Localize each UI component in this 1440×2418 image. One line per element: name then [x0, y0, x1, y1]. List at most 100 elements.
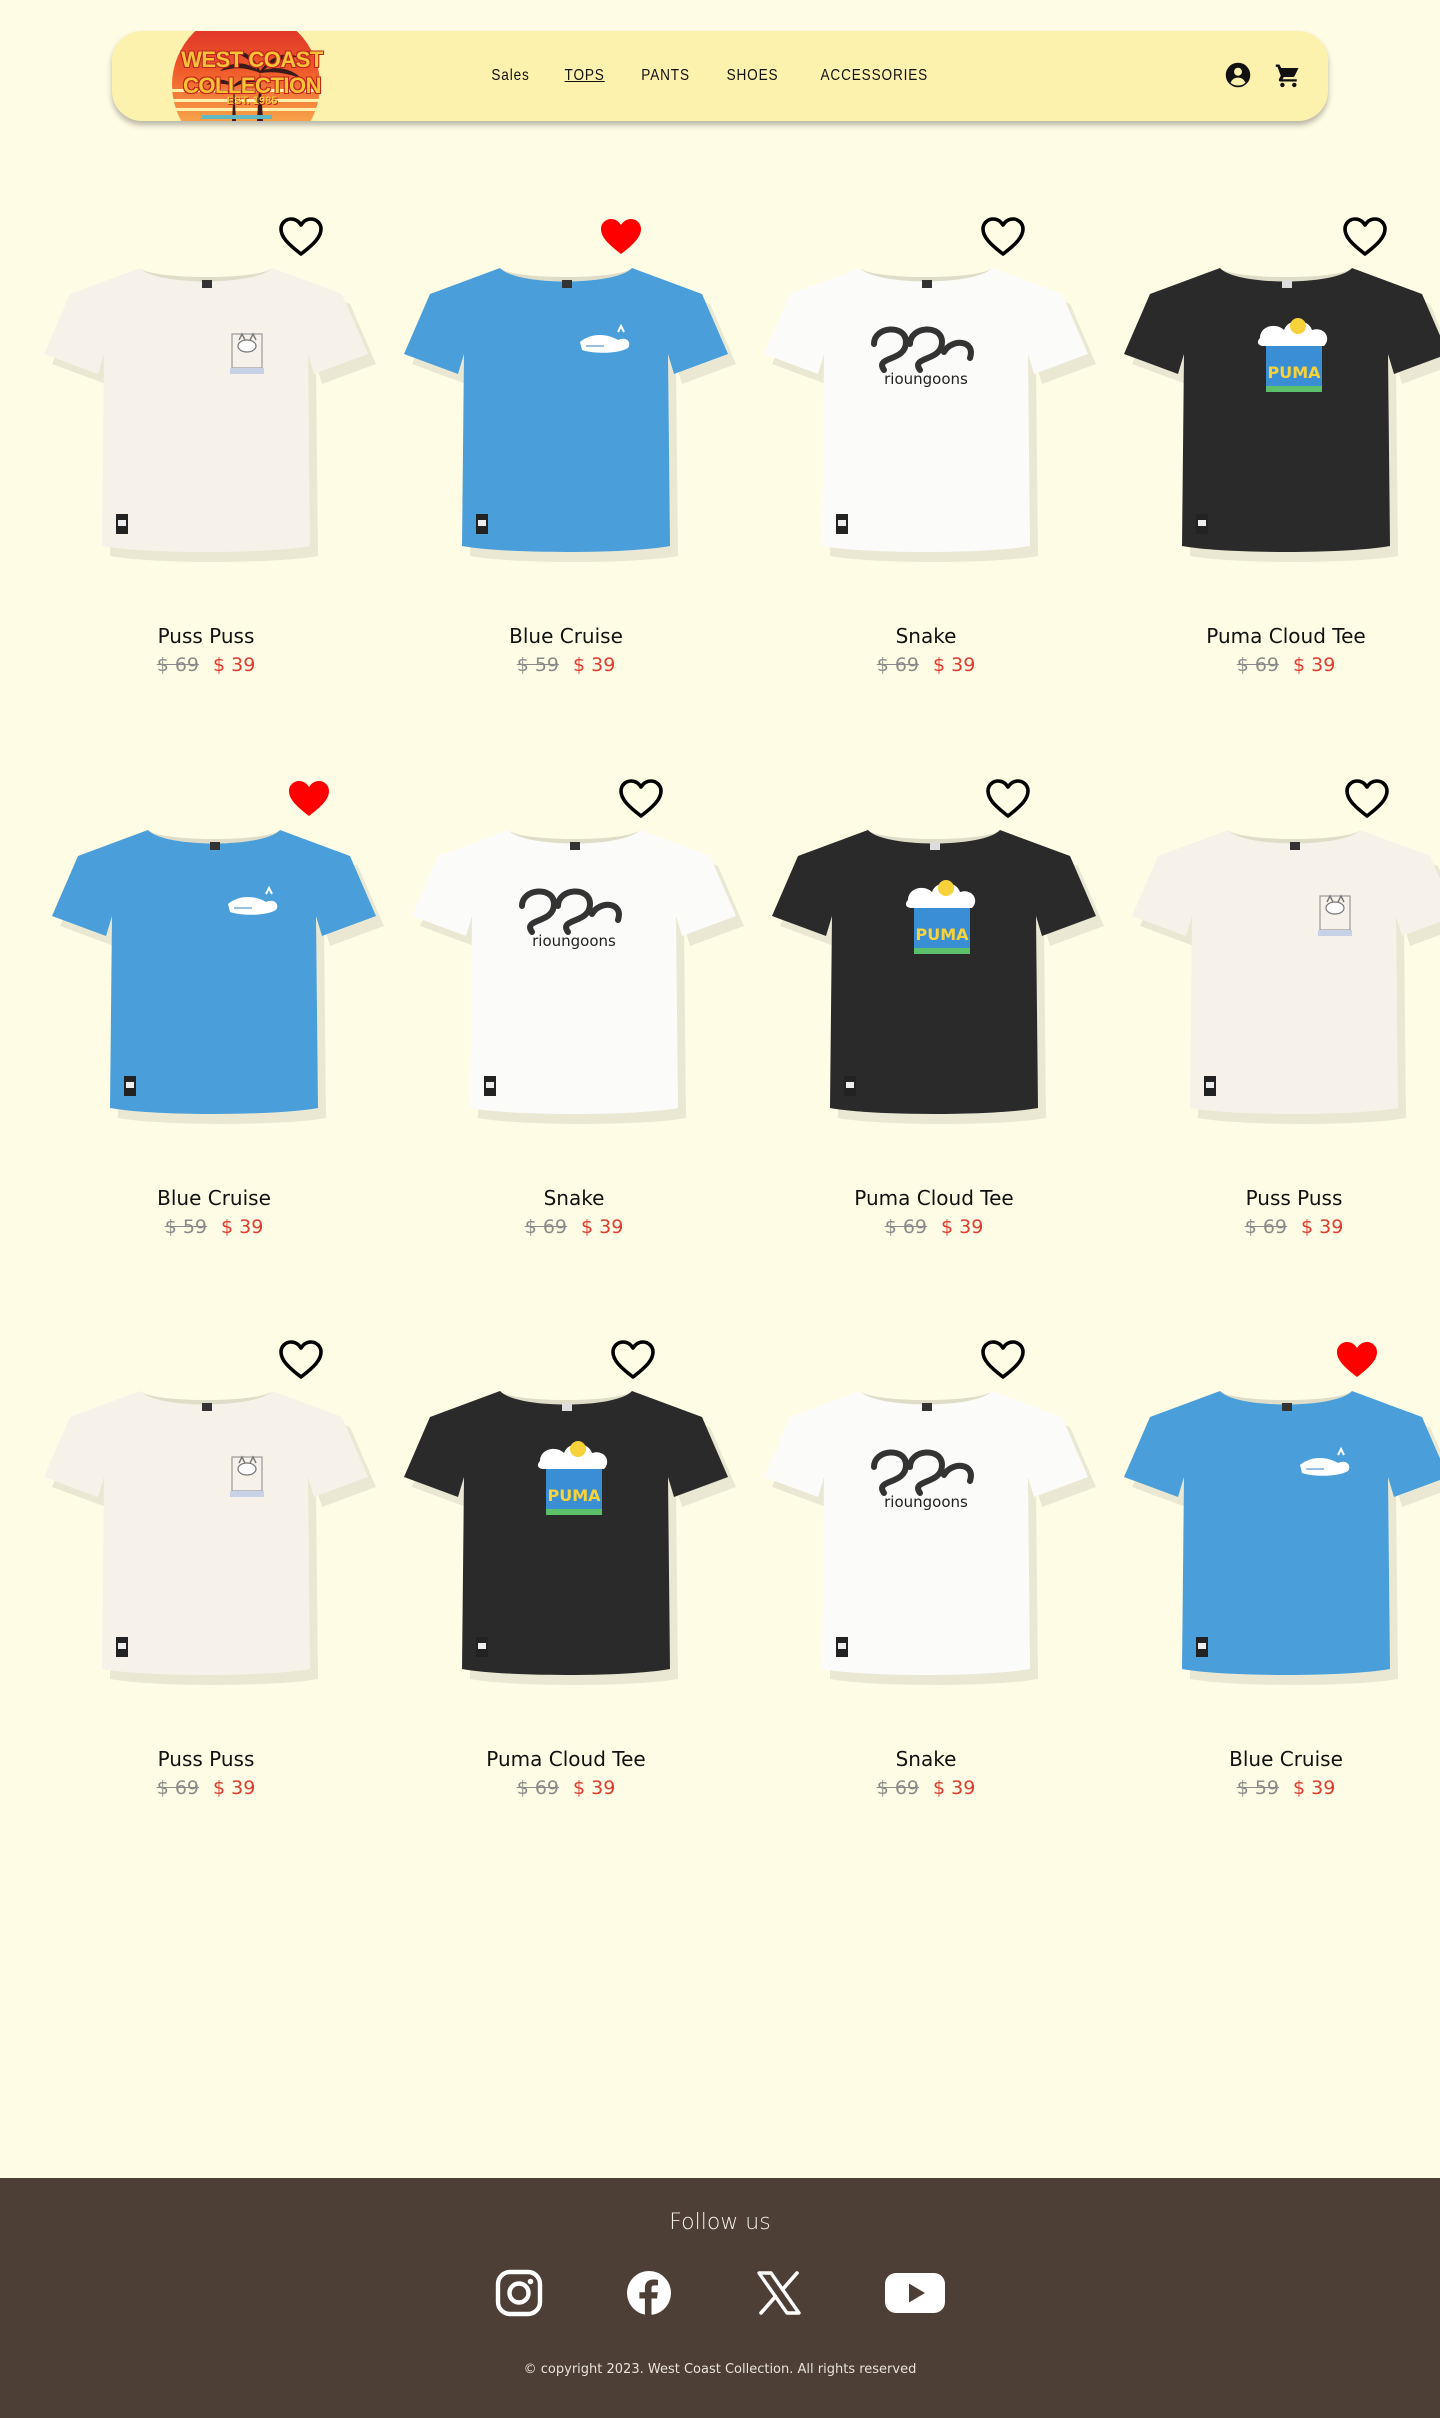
favorite-outline-icon[interactable]: [610, 1339, 656, 1381]
original-price: $ 69: [156, 1777, 199, 1799]
favorite-outline-icon[interactable]: [1342, 216, 1388, 258]
copyright-text: © copyright 2023. West Coast Collection.…: [523, 2362, 917, 2377]
product-image[interactable]: [1116, 1369, 1440, 1689]
sale-price: $ 39: [1293, 654, 1336, 676]
product-card[interactable]: PUMA Puma Cloud Tee $ 69 $ 39: [756, 779, 1116, 1272]
sale-price: $ 39: [221, 1216, 264, 1238]
svg-text:rioungoons: rioungoons: [884, 370, 968, 388]
product-prices: $ 69 $ 39: [756, 654, 1096, 676]
product-name[interactable]: Puss Puss: [36, 1747, 376, 1771]
product-prices: $ 69 $ 39: [396, 1777, 736, 1799]
favorite-outline-icon[interactable]: [1344, 778, 1390, 820]
product-image[interactable]: rioungoons: [756, 1369, 1096, 1689]
product-image[interactable]: [36, 246, 376, 566]
product-card[interactable]: rioungoons Snake $ 69 $ 39: [396, 779, 756, 1272]
social-links: [0, 2268, 1440, 2318]
product-image[interactable]: PUMA: [1116, 246, 1440, 566]
svg-text:PUMA: PUMA: [547, 1486, 601, 1505]
nav-accessories[interactable]: ACCESSORIES: [820, 67, 928, 85]
favorite-filled-icon[interactable]: [286, 778, 332, 820]
product-card[interactable]: Puss Puss $ 69 $ 39: [36, 217, 396, 710]
svg-text:rioungoons: rioungoons: [884, 1493, 968, 1511]
original-price: $ 59: [164, 1216, 207, 1238]
site-header: WEST COAST COLLECTION EST. 1985 Sales TO…: [112, 31, 1328, 121]
product-prices: $ 69 $ 39: [36, 654, 376, 676]
sale-price: $ 39: [581, 1216, 624, 1238]
product-name[interactable]: Snake: [756, 1747, 1096, 1771]
sale-price: $ 39: [573, 654, 616, 676]
product-image[interactable]: PUMA: [396, 1369, 736, 1689]
svg-text:rioungoons: rioungoons: [532, 932, 616, 950]
favorite-outline-icon[interactable]: [985, 778, 1031, 820]
original-price: $ 69: [516, 1777, 559, 1799]
product-name[interactable]: Puma Cloud Tee: [1116, 624, 1440, 648]
cart-icon[interactable]: [1274, 61, 1302, 89]
original-price: $ 69: [524, 1216, 567, 1238]
favorite-outline-icon[interactable]: [278, 1339, 324, 1381]
product-image[interactable]: [1124, 808, 1440, 1128]
product-prices: $ 69 $ 39: [36, 1777, 376, 1799]
logo-est: EST. 1985: [226, 95, 278, 107]
product-name[interactable]: Puma Cloud Tee: [396, 1747, 736, 1771]
brand-logo[interactable]: WEST COAST COLLECTION EST. 1985: [132, 31, 372, 121]
product-name[interactable]: Snake: [404, 1186, 744, 1210]
sale-price: $ 39: [1301, 1216, 1344, 1238]
product-card[interactable]: Blue Cruise $ 59 $ 39: [1116, 1342, 1440, 1833]
youtube-icon[interactable]: [884, 2268, 946, 2318]
product-card[interactable]: Blue Cruise $ 59 $ 39: [36, 781, 396, 1272]
original-price: $ 69: [884, 1216, 927, 1238]
favorite-outline-icon[interactable]: [618, 778, 664, 820]
product-name[interactable]: Puss Puss: [36, 624, 376, 648]
product-card[interactable]: Puss Puss $ 69 $ 39: [1116, 779, 1440, 1272]
nav-tops[interactable]: TOPS: [565, 67, 605, 85]
product-image[interactable]: rioungoons: [756, 246, 1096, 566]
product-card[interactable]: PUMA Puma Cloud Tee $ 69 $ 39: [396, 1340, 756, 1833]
product-prices: $ 69 $ 39: [404, 1216, 744, 1238]
sale-price: $ 39: [941, 1216, 984, 1238]
favorite-outline-icon[interactable]: [278, 216, 324, 258]
original-price: $ 69: [1244, 1216, 1287, 1238]
favorite-filled-icon[interactable]: [598, 216, 644, 258]
product-name[interactable]: Puss Puss: [1124, 1186, 1440, 1210]
nav-sales[interactable]: Sales: [492, 67, 530, 85]
original-price: $ 69: [876, 654, 919, 676]
sale-price: $ 39: [213, 654, 256, 676]
product-name[interactable]: Snake: [756, 624, 1096, 648]
product-card[interactable]: Blue Cruise $ 59 $ 39: [396, 219, 756, 710]
product-prices: $ 69 $ 39: [756, 1777, 1096, 1799]
nav-pants[interactable]: PANTS: [641, 67, 690, 85]
header-actions: [1224, 61, 1302, 89]
favorite-outline-icon[interactable]: [980, 1339, 1026, 1381]
product-name[interactable]: Blue Cruise: [1116, 1747, 1440, 1771]
x-icon[interactable]: [754, 2268, 804, 2318]
product-image[interactable]: [44, 808, 384, 1128]
product-card[interactable]: PUMA Puma Cloud Tee $ 69 $ 39: [1116, 217, 1440, 710]
svg-text:PUMA: PUMA: [1267, 363, 1321, 382]
follow-us-heading: Follow us: [669, 2210, 771, 2235]
favorite-filled-icon[interactable]: [1334, 1339, 1380, 1381]
product-image[interactable]: PUMA: [764, 808, 1104, 1128]
product-image[interactable]: rioungoons: [404, 808, 744, 1128]
product-prices: $ 59 $ 39: [1116, 1777, 1440, 1799]
original-price: $ 59: [1236, 1777, 1279, 1799]
product-prices: $ 59 $ 39: [44, 1216, 384, 1238]
product-image[interactable]: [36, 1369, 376, 1689]
original-price: $ 69: [876, 1777, 919, 1799]
svg-text:PUMA: PUMA: [915, 925, 969, 944]
product-prices: $ 69 $ 39: [1116, 654, 1440, 676]
sale-price: $ 39: [213, 1777, 256, 1799]
nav-shoes[interactable]: SHOES: [726, 67, 778, 85]
account-icon[interactable]: [1224, 61, 1252, 89]
product-image[interactable]: [396, 246, 736, 566]
product-name[interactable]: Blue Cruise: [44, 1186, 384, 1210]
logo-title: WEST COAST COLLECTION: [181, 47, 323, 98]
product-name[interactable]: Puma Cloud Tee: [764, 1186, 1104, 1210]
favorite-outline-icon[interactable]: [980, 216, 1026, 258]
product-card[interactable]: rioungoons Snake $ 69 $ 39: [756, 1340, 1116, 1833]
site-footer: Follow us © copyright 2023. West Coast C…: [0, 2178, 1440, 2418]
instagram-icon[interactable]: [494, 2268, 544, 2318]
product-card[interactable]: rioungoons Snake $ 69 $ 39: [756, 217, 1116, 710]
product-card[interactable]: Puss Puss $ 69 $ 39: [36, 1340, 396, 1833]
facebook-icon[interactable]: [624, 2268, 674, 2318]
product-name[interactable]: Blue Cruise: [396, 624, 736, 648]
